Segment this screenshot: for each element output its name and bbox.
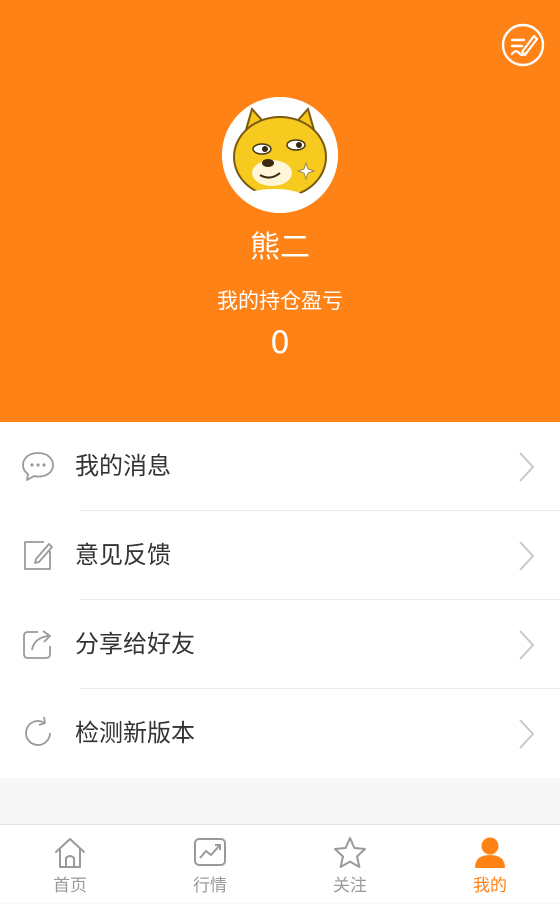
bottom-tab-bar: 首页 行情 关注 我的 bbox=[0, 824, 560, 903]
home-icon bbox=[55, 838, 85, 868]
menu-item-feedback[interactable]: 意见反馈 bbox=[0, 511, 560, 600]
chevron-right-icon bbox=[519, 452, 535, 482]
chevron-right-icon bbox=[519, 719, 535, 749]
menu-item-messages[interactable]: 我的消息 bbox=[0, 422, 560, 511]
tab-home[interactable]: 首页 bbox=[0, 825, 140, 904]
tab-watchlist[interactable]: 关注 bbox=[280, 825, 420, 904]
tab-label: 关注 bbox=[333, 876, 367, 896]
menu-item-label: 分享给好友 bbox=[75, 630, 195, 658]
tab-market[interactable]: 行情 bbox=[140, 825, 280, 904]
tab-label: 我的 bbox=[473, 876, 507, 896]
menu-item-check-update[interactable]: 检测新版本 bbox=[0, 689, 560, 778]
chart-icon bbox=[194, 838, 226, 866]
menu-item-label: 我的消息 bbox=[75, 452, 171, 480]
menu-item-label: 检测新版本 bbox=[75, 719, 195, 747]
holdings-pnl-label: 我的持仓盈亏 bbox=[217, 289, 343, 313]
chevron-right-icon bbox=[519, 630, 535, 660]
username: 熊二 bbox=[250, 230, 310, 265]
holdings-pnl-value: 0 bbox=[270, 325, 290, 361]
settings-menu: 我的消息 意见反馈 分享给好友 检测新版本 bbox=[0, 422, 560, 778]
profile-header: 熊二 我的持仓盈亏 0 bbox=[0, 0, 560, 422]
star-icon bbox=[334, 837, 366, 868]
menu-item-label: 意见反馈 bbox=[75, 541, 171, 569]
doge-avatar-image bbox=[222, 97, 338, 213]
user-icon bbox=[475, 837, 505, 868]
tab-label: 行情 bbox=[193, 876, 227, 896]
tab-label: 首页 bbox=[53, 876, 87, 896]
menu-item-share[interactable]: 分享给好友 bbox=[0, 600, 560, 689]
tab-mine[interactable]: 我的 bbox=[420, 825, 560, 904]
feedback-edit-icon bbox=[24, 541, 53, 570]
edit-profile-button[interactable] bbox=[500, 22, 546, 68]
share-icon bbox=[23, 630, 51, 659]
refresh-icon bbox=[25, 716, 51, 746]
edit-signature-icon bbox=[501, 23, 545, 67]
avatar[interactable] bbox=[222, 97, 338, 213]
chevron-right-icon bbox=[519, 541, 535, 571]
message-icon bbox=[22, 452, 54, 481]
